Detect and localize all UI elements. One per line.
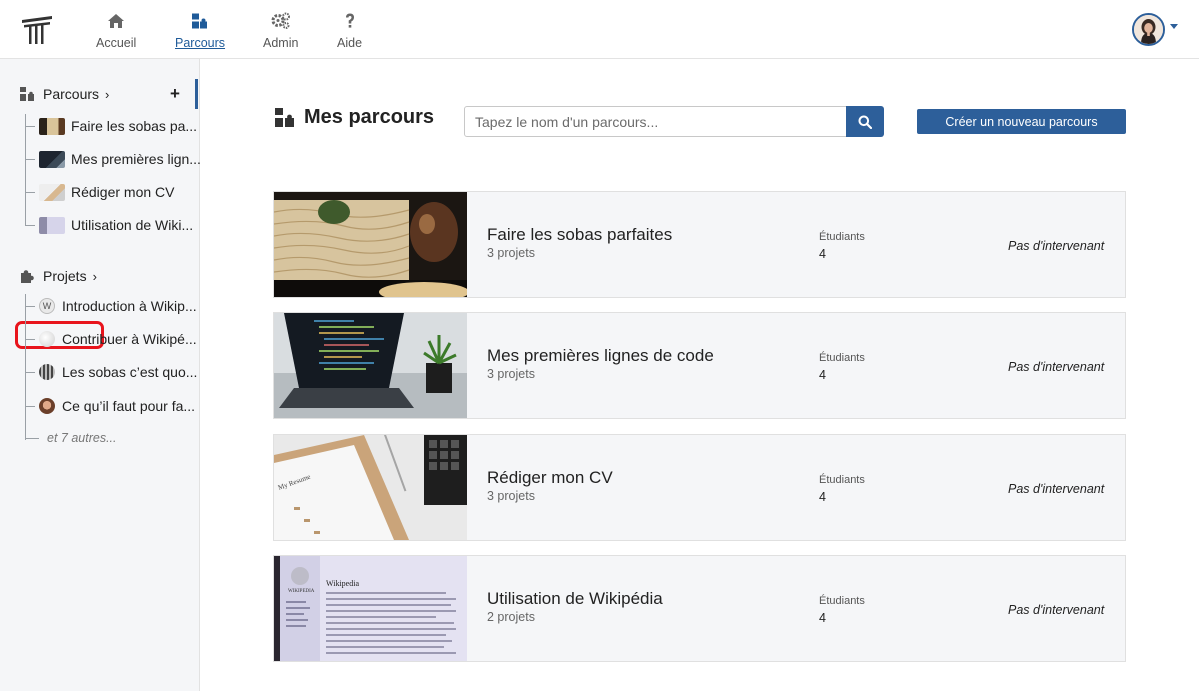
page-title-text: Mes parcours <box>304 106 435 128</box>
nav-aide-label: Aide <box>337 36 363 50</box>
sobas-thumbnail <box>39 117 65 135</box>
card-intervenant: Pas d'intervenant <box>1008 603 1105 617</box>
wiki-globe-icon <box>39 331 55 347</box>
sidebar-parcours-label: Parcours <box>43 86 100 102</box>
sidebar-parcours-item[interactable]: Faire les sobas pa... <box>25 114 197 138</box>
card-projects-count: 3 projets <box>487 367 535 381</box>
card-students-count: 4 <box>819 247 826 261</box>
person-round-thumbnail <box>39 398 55 414</box>
card-intervenant: Pas d'intervenant <box>1008 239 1105 253</box>
sidebar-parcours-item[interactable]: Utilisation de Wiki... <box>25 213 193 237</box>
card-title: Mes premières lignes de code <box>487 346 714 365</box>
add-parcours-button[interactable]: + <box>170 85 180 102</box>
top-navbar: Accueil Parcours Admin Aide <box>0 0 1199 59</box>
nav-aide[interactable]: Aide <box>337 12 362 50</box>
question-icon <box>345 13 354 28</box>
nav-parcours-label: Parcours <box>175 36 226 50</box>
parcours-card[interactable]: Faire les sobas parfaites 3 projets Étud… <box>273 191 1126 298</box>
card-students-count: 4 <box>819 368 826 382</box>
user-avatar-image <box>1134 15 1163 44</box>
code-thumbnail <box>39 150 65 168</box>
sidebar-projets-header[interactable]: Projets › <box>20 265 97 287</box>
sidebar-projet-item[interactable]: Les sobas c’est quo... <box>25 360 197 384</box>
card-students-label: Étudiants <box>819 231 865 243</box>
card-students-label: Étudiants <box>819 595 865 607</box>
app-logo-icon[interactable] <box>20 14 56 46</box>
search-input[interactable] <box>464 106 847 137</box>
wikipedia-thumbnail <box>39 216 65 234</box>
card-title: Faire les sobas parfaites <box>487 225 673 244</box>
home-icon <box>108 14 125 28</box>
puzzle-piece-icon <box>21 269 34 283</box>
nav-admin[interactable]: Admin <box>263 12 298 50</box>
cv-thumbnail <box>39 183 65 201</box>
sidebar-parcours-item[interactable]: Rédiger mon CV <box>25 180 175 204</box>
card-students-label: Étudiants <box>819 352 865 364</box>
sidebar: Parcours › + Faire les sobas pa... Mes p… <box>0 59 201 691</box>
create-parcours-button[interactable]: Créer un nouveau parcours <box>917 109 1126 134</box>
card-projects-count: 3 projets <box>487 489 535 503</box>
chevron-right-icon: › <box>105 86 110 102</box>
nav-parcours[interactable]: Parcours <box>175 12 225 50</box>
chevron-right-icon: › <box>92 268 97 284</box>
card-projects-count: 2 projets <box>487 610 535 624</box>
page-title: Mes parcours <box>275 106 434 129</box>
sidebar-scroll-indicator[interactable] <box>195 79 198 109</box>
puzzle-path-icon <box>192 13 208 29</box>
wikipedia-screen-image: WIKIPEDIA Wikipedia <box>274 556 467 661</box>
card-intervenant: Pas d'intervenant <box>1008 482 1105 496</box>
card-title: Rédiger mon CV <box>487 468 613 487</box>
code-laptop-image <box>274 313 467 418</box>
user-avatar[interactable] <box>1132 13 1165 46</box>
gears-icon <box>271 12 290 29</box>
card-students-count: 4 <box>819 611 826 625</box>
card-title: Utilisation de Wikipédia <box>487 589 663 608</box>
parcours-card[interactable]: My Resume Rédiger mon CV 3 projets Étudi… <box>273 434 1126 541</box>
wiki-w-icon: W <box>39 298 55 314</box>
puzzle-path-icon <box>20 86 34 101</box>
parcours-card[interactable]: Mes premières lignes de code 3 projets É… <box>273 312 1126 419</box>
card-intervenant: Pas d'intervenant <box>1008 360 1105 374</box>
sobas-round-thumbnail <box>39 364 55 380</box>
sidebar-projet-item[interactable]: W Introduction à Wikip... <box>25 294 197 318</box>
nav-accueil-label: Accueil <box>96 36 137 50</box>
card-students-count: 4 <box>819 490 826 504</box>
resume-clipboard-image: My Resume <box>274 435 467 540</box>
sidebar-more-link[interactable]: et 7 autres... <box>25 431 116 445</box>
search-button[interactable] <box>846 106 884 137</box>
parcours-card[interactable]: WIKIPEDIA Wikipedia Utilisation de Wikip… <box>273 555 1126 662</box>
card-projects-count: 3 projets <box>487 246 535 260</box>
search-icon <box>858 115 872 129</box>
puzzle-path-icon <box>275 107 294 127</box>
user-menu-caret-icon[interactable] <box>1170 24 1178 29</box>
svg-text:Wikipedia: Wikipedia <box>326 579 359 588</box>
card-students-label: Étudiants <box>819 474 865 486</box>
sidebar-parcours-item[interactable]: Mes premières lign... <box>25 147 201 171</box>
sidebar-parcours-header[interactable]: Parcours › <box>20 83 109 105</box>
sidebar-projet-item[interactable]: Contribuer à Wikipé... <box>25 327 197 351</box>
sidebar-projets-label: Projets <box>43 268 87 284</box>
sidebar-projet-item[interactable]: Ce qu’il faut pour fa... <box>25 394 195 418</box>
svg-text:WIKIPEDIA: WIKIPEDIA <box>288 589 315 594</box>
nav-admin-label: Admin <box>263 36 299 50</box>
sobas-image <box>274 192 467 297</box>
nav-accueil[interactable]: Accueil <box>96 12 136 50</box>
